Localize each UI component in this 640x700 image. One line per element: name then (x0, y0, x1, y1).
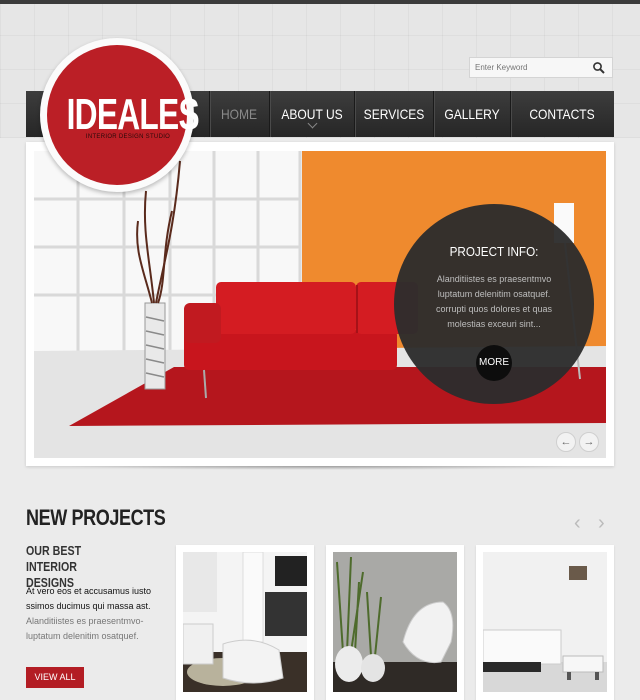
logo-text: IDEALES (66, 90, 200, 139)
nav-item-home[interactable]: HOME (215, 91, 263, 137)
projects-intro-text: At vero eos et accusamus iusto ssimos du… (26, 586, 152, 611)
project-info-title: PROJECT INFO: (449, 244, 539, 259)
logo[interactable]: IDEALES INTERIOR DESIGN STUDIO (40, 38, 200, 192)
project-image (483, 552, 607, 692)
logo-tagline: INTERIOR DESIGN STUDIO (85, 134, 171, 140)
slider-next-button[interactable]: → (579, 432, 599, 452)
nav-divider (269, 91, 271, 137)
nav-item-gallery[interactable]: GALLERY (440, 91, 504, 137)
nav-item-contacts[interactable]: CONTACTS (519, 91, 605, 137)
view-all-button[interactable]: VIEW ALL (26, 667, 84, 688)
nav-divider (510, 91, 512, 137)
projects-secondary-text: Alanditiistes es praesentmvo-luptatum de… (26, 616, 144, 641)
new-projects-heading: NEW PROJECTS (26, 505, 166, 530)
search-icon[interactable] (592, 61, 606, 75)
nav-divider (354, 91, 356, 137)
arrow-right-icon: → (583, 436, 595, 448)
slider-shadow (66, 466, 572, 470)
project-image (183, 552, 307, 692)
project-thumbnail[interactable] (476, 545, 614, 700)
nav-divider (433, 91, 435, 137)
slider-prev-button[interactable]: ← (556, 432, 576, 452)
logo-badge: IDEALES INTERIOR DESIGN STUDIO (47, 45, 200, 185)
arrow-left-icon: ← (560, 436, 572, 448)
search-box (469, 57, 613, 78)
more-button[interactable]: MORE (476, 345, 512, 381)
nav-divider (209, 91, 211, 137)
project-thumbnail[interactable] (176, 545, 314, 700)
project-thumbnail[interactable] (326, 545, 464, 700)
search-input[interactable] (470, 58, 586, 77)
project-info-overlay: PROJECT INFO: Alanditiistes es praesentm… (394, 204, 594, 404)
project-image (333, 552, 457, 692)
nav-item-about-us[interactable]: ABOUT US (277, 91, 348, 137)
project-info-text: Alanditiistes es praesentmvo luptatum de… (435, 274, 553, 329)
projects-next-icon[interactable]: › (598, 513, 610, 533)
nav-item-services[interactable]: SERVICES (361, 91, 426, 137)
projects-prev-icon[interactable]: ‹ (574, 513, 586, 533)
